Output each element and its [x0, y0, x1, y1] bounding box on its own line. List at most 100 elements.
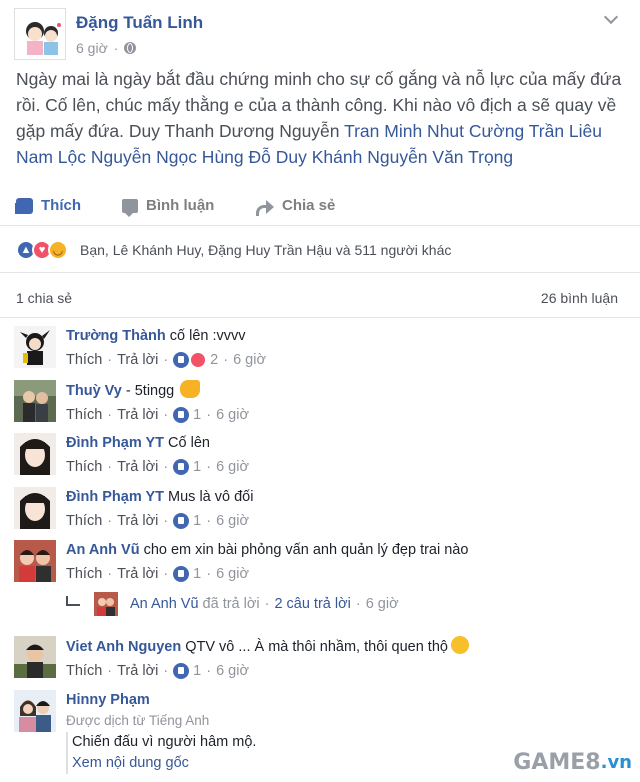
like-reaction-icon[interactable] — [173, 407, 190, 423]
tag-link[interactable]: Tran Minh Nhut Cường — [344, 121, 524, 141]
separator: · — [163, 459, 169, 475]
comment-like-count[interactable]: 1 — [193, 459, 201, 475]
watermark-brand: GAME8 — [513, 749, 601, 775]
like-button[interactable]: Thích — [15, 197, 81, 214]
reply-time: 6 giờ — [365, 596, 399, 612]
share-button[interactable]: Chia sẻ — [256, 197, 336, 216]
reply-author[interactable]: An Anh Vũ — [130, 596, 199, 612]
comment-like-link[interactable]: Thích — [66, 513, 102, 529]
meta-separator: · — [113, 40, 119, 56]
comment-time[interactable]: 6 giờ — [216, 566, 249, 582]
comment-author[interactable]: Hinny Phạm — [66, 692, 150, 708]
love-reaction-icon[interactable] — [190, 352, 207, 368]
haha-reaction-icon: ◡ — [48, 240, 68, 260]
comment-like-link[interactable]: Thích — [66, 566, 102, 582]
chevron-down-icon[interactable] — [603, 9, 619, 25]
separator: · — [223, 352, 229, 368]
comment-like-link[interactable]: Thích — [66, 663, 102, 679]
reaction-summary[interactable]: Bạn, Lê Khánh Huy, Đặng Huy Trần Hậu và … — [80, 242, 451, 258]
like-reaction-icon[interactable] — [173, 566, 190, 582]
separator: · — [206, 663, 212, 679]
comment-body: An Anh Vũ cho em xin bài phỏng vấn anh qu… — [66, 540, 626, 582]
separator: · — [107, 663, 113, 679]
comment-body: Viet Anh Nguyen QTV vô ... À mà thôi nhầm… — [66, 636, 626, 679]
comment-reply-link[interactable]: Trả lời — [117, 407, 158, 423]
commenter-avatar[interactable] — [14, 487, 56, 529]
like-reaction-icon[interactable] — [173, 352, 190, 368]
separator: · — [355, 596, 361, 612]
tag-link[interactable]: Đỗ Duy Khánh — [249, 147, 363, 167]
commenter-avatar[interactable] — [14, 540, 56, 582]
separator: · — [107, 566, 113, 582]
comment-time[interactable]: 6 giờ — [216, 407, 249, 423]
watermark-suffix: .vn — [600, 751, 632, 773]
comment-time[interactable]: 6 giờ — [216, 513, 249, 529]
commenter-avatar[interactable] — [14, 326, 56, 368]
comment-like-count[interactable]: 1 — [193, 407, 201, 423]
comment-like-count[interactable]: 1 — [193, 663, 201, 679]
comment-text: QTV vô ... À mà thôi nhầm, thôi quen thộ — [185, 639, 448, 655]
commenter-avatar[interactable] — [14, 690, 56, 732]
comment-like-link[interactable]: Thích — [66, 352, 102, 368]
like-reaction-icon[interactable] — [173, 663, 190, 679]
comment-like-count[interactable]: 1 — [193, 566, 201, 582]
watermark-logo: GAME8 .vn — [509, 746, 636, 778]
separator: · — [163, 352, 169, 368]
comment-like-count[interactable]: 1 — [193, 513, 201, 529]
confused-face-emoji-icon — [450, 636, 469, 654]
reply-count[interactable]: 2 câu trả lời — [274, 596, 350, 612]
comment-body: Thuỳ Vy - 5tingg Thích · Trả lời · 1 · 6 … — [66, 380, 626, 423]
comment-like-link[interactable]: Thích — [66, 459, 102, 475]
commenter-avatar[interactable] — [14, 433, 56, 475]
comment-text: Mus là vô đối — [168, 489, 254, 505]
separator: · — [107, 407, 113, 423]
like-reaction-icon[interactable] — [173, 459, 190, 475]
comment-count[interactable]: 26 bình luận — [541, 290, 618, 306]
flexed-biceps-emoji-icon — [180, 380, 201, 398]
like-reaction-icon[interactable] — [173, 513, 190, 529]
comment-reply-link[interactable]: Trả lời — [117, 352, 158, 368]
separator: · — [107, 459, 113, 475]
tag-link[interactable]: Nguyễn Văn Trọng — [367, 147, 513, 167]
commenter-avatar[interactable] — [14, 636, 56, 678]
comment-reply-link[interactable]: Trả lời — [117, 513, 158, 529]
post-action-bar: Thích Bình luận Chia sẻ — [0, 190, 640, 226]
reaction-icons[interactable]: ▲ ♥ ◡ — [16, 240, 68, 260]
comment-author[interactable]: Đình Phạm YT — [66, 489, 164, 505]
comment-author[interactable]: Viet Anh Nguyen — [66, 639, 181, 655]
separator: · — [163, 513, 169, 529]
comment-reply-link[interactable]: Trả lời — [117, 566, 158, 582]
author-avatar[interactable] — [14, 8, 66, 60]
reply-arrow-icon — [66, 596, 80, 606]
comment-like-link[interactable]: Thích — [66, 407, 102, 423]
comment-time[interactable]: 6 giờ — [233, 352, 266, 368]
comment-author[interactable]: Trường Thành — [66, 328, 166, 344]
post-time[interactable]: 6 giờ — [76, 40, 108, 56]
reactions-row: ▲ ♥ ◡ Bạn, Lê Khánh Huy, Đặng Huy Trần H… — [0, 227, 640, 273]
comment-text: cho em xin bài phỏng vấn anh quản lý đẹp… — [143, 542, 469, 558]
comment-author[interactable]: Đình Phạm YT — [66, 435, 164, 451]
comment-reply-link[interactable]: Trả lời — [117, 459, 158, 475]
comment-like-count[interactable]: 2 — [210, 352, 218, 368]
separator: · — [163, 663, 169, 679]
separator: · — [163, 407, 169, 423]
thumbs-up-icon — [15, 197, 33, 214]
comment-text: Cố lên — [168, 435, 210, 451]
separator: · — [264, 596, 270, 612]
post-header: Đặng Tuấn Linh 6 giờ · — [0, 0, 640, 60]
translated-note: Được dịch từ Tiếng Anh — [66, 713, 210, 728]
share-count[interactable]: 1 chia sẻ — [16, 290, 72, 306]
comment-time[interactable]: 6 giờ — [216, 459, 249, 475]
comment-reply-link[interactable]: Trả lời — [117, 663, 158, 679]
separator: · — [206, 566, 212, 582]
comment-button[interactable]: Bình luận — [122, 197, 640, 217]
comment-author[interactable]: An Anh Vũ — [66, 542, 140, 558]
view-replies-link[interactable]: An Anh Vũ đã trả lời · 2 câu trả lời · 6… — [66, 592, 399, 616]
comment-author[interactable]: Thuỳ Vy — [66, 383, 122, 399]
post-author-name[interactable]: Đặng Tuấn Linh — [76, 13, 203, 33]
tag-link[interactable]: Nguyễn Ngọc Hùng — [91, 147, 244, 167]
globe-icon — [124, 42, 137, 54]
share-button-label: Chia sẻ — [282, 197, 336, 214]
comment-time[interactable]: 6 giờ — [216, 663, 249, 679]
commenter-avatar[interactable] — [14, 380, 56, 422]
